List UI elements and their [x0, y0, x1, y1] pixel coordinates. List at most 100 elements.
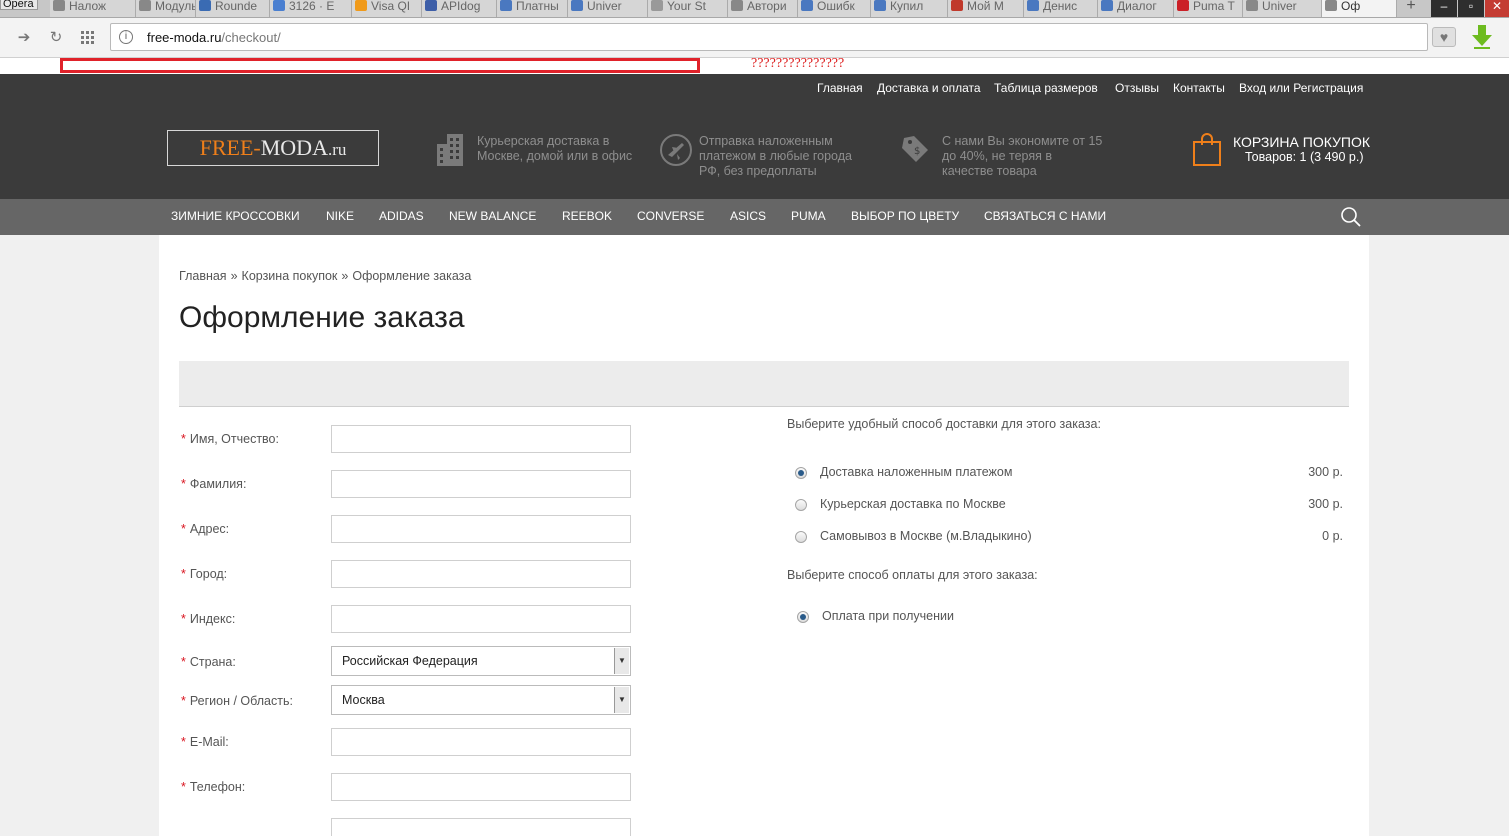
- field-label: Регион / Область:: [189, 694, 293, 708]
- annotation-text: ???????????????: [751, 56, 845, 71]
- page-icon: [139, 0, 151, 11]
- top-link-reviews[interactable]: Отзывы: [1115, 81, 1159, 95]
- browser-tab-label: Puma T: [1193, 0, 1235, 13]
- browser-tab[interactable]: Модуль: [136, 0, 196, 17]
- menu-new-balance[interactable]: NEW BALANCE: [449, 209, 536, 223]
- city-input[interactable]: [331, 560, 631, 588]
- menu-asics[interactable]: ASICS: [730, 209, 766, 223]
- postal-code-input[interactable]: [331, 605, 631, 633]
- browser-tab[interactable]: Денис: [1024, 0, 1098, 17]
- breadcrumb-home[interactable]: Главная: [179, 269, 227, 283]
- page-title: Оформление заказа: [179, 301, 465, 334]
- url-field[interactable]: i free-moda.ru/checkout/: [110, 23, 1428, 51]
- site-logo[interactable]: FREE-MODA.ru: [167, 130, 379, 166]
- menu-contact-us[interactable]: СВЯЗАТЬСЯ С НАМИ: [984, 209, 1106, 223]
- extra-input[interactable]: [331, 818, 631, 836]
- menu-puma[interactable]: PUMA: [791, 209, 826, 223]
- menu-nike[interactable]: NIKE: [326, 209, 354, 223]
- browser-tab[interactable]: Puma T: [1174, 0, 1243, 17]
- browser-tab[interactable]: Ошибк: [798, 0, 871, 17]
- minimize-button[interactable]: –: [1431, 0, 1457, 17]
- browser-tab[interactable]: APIdog: [422, 0, 497, 17]
- feature-cod: Отправка наложенным платежом в любые горо…: [699, 134, 852, 178]
- chevron-down-icon[interactable]: ▼: [614, 687, 629, 713]
- radio-button[interactable]: [795, 531, 807, 543]
- breadcrumb: Главная» Корзина покупок» Оформление заказ…: [179, 269, 472, 283]
- opera-menu-button[interactable]: Opera: [0, 0, 38, 10]
- search-icon[interactable]: [1340, 206, 1362, 228]
- country-selected-value: Российская Федерация: [342, 654, 478, 668]
- check-icon: [1027, 0, 1039, 11]
- top-link-sizes[interactable]: Таблица размеров: [994, 81, 1098, 95]
- browser-tab[interactable]: Оф: [1322, 0, 1397, 17]
- delivery-option[interactable]: Курьерская доставка по Москве 300 р.: [795, 496, 1343, 514]
- cart-title[interactable]: КОРЗИНА ПОКУПОК: [1233, 134, 1370, 150]
- field-label: Город:: [189, 567, 228, 581]
- top-link-login[interactable]: Вход или Регистрация: [1239, 81, 1363, 95]
- field-label: Фамилия:: [189, 477, 247, 491]
- browser-address-bar: ➔ ↻ i free-moda.ru/checkout/ ♥: [0, 18, 1509, 58]
- menu-converse[interactable]: CONVERSE: [637, 209, 704, 223]
- page-icon: [1325, 0, 1337, 11]
- delivery-option-price: 300 р.: [1308, 465, 1343, 479]
- browser-tab[interactable]: Купил: [871, 0, 948, 17]
- shopping-bag-icon[interactable]: [1192, 133, 1222, 167]
- top-link-contacts[interactable]: Контакты: [1173, 81, 1225, 95]
- country-select[interactable]: Российская Федерация ▼: [331, 646, 631, 676]
- region-selected-value: Москва: [342, 693, 385, 707]
- radio-button[interactable]: [797, 611, 809, 623]
- menu-adidas[interactable]: ADIDAS: [379, 209, 424, 223]
- chevron-down-icon[interactable]: ▼: [614, 648, 629, 674]
- radio-button[interactable]: [795, 499, 807, 511]
- site-info-icon[interactable]: i: [119, 30, 133, 44]
- browser-tab-label: Модуль: [155, 0, 196, 13]
- heart-icon[interactable]: ♥: [1432, 27, 1456, 47]
- speed-dial-icon[interactable]: [78, 28, 98, 48]
- region-select[interactable]: Москва ▼: [331, 685, 631, 715]
- last-name-input[interactable]: [331, 470, 631, 498]
- checkout-content: Главная» Корзина покупок» Оформление заказ…: [159, 235, 1369, 836]
- new-tab-button[interactable]: +: [1399, 0, 1423, 17]
- download-icon[interactable]: [1470, 24, 1494, 50]
- cart-summary[interactable]: Товаров: 1 (3 490 р.): [1245, 150, 1363, 164]
- browser-tab[interactable]: Платны: [497, 0, 568, 17]
- price-tag-icon: $: [902, 136, 928, 162]
- browser-tab[interactable]: Visa QI: [352, 0, 422, 17]
- close-window-button[interactable]: ✕: [1485, 0, 1509, 17]
- site-top-nav: Главная Доставка и оплата Таблица размер…: [0, 74, 1509, 106]
- restore-button[interactable]: ▫: [1458, 0, 1484, 17]
- browser-tab[interactable]: Мой М: [948, 0, 1024, 17]
- browser-tab[interactable]: Налож: [50, 0, 136, 17]
- check-icon: [500, 0, 512, 11]
- url-path: /checkout/: [221, 30, 281, 45]
- browser-tab[interactable]: Univer: [1243, 0, 1322, 17]
- top-link-delivery[interactable]: Доставка и оплата: [877, 81, 981, 95]
- browser-tab[interactable]: Your St: [648, 0, 728, 17]
- mail-icon: [273, 0, 285, 11]
- menu-winter-sneakers[interactable]: ЗИМНИЕ КРОССОВКИ: [171, 209, 300, 223]
- phone-input[interactable]: [331, 773, 631, 801]
- payment-option[interactable]: Оплата при получении: [797, 608, 1345, 626]
- browser-tab[interactable]: Диалог: [1098, 0, 1174, 17]
- browser-tab[interactable]: 3126 · E: [270, 0, 352, 17]
- address-input[interactable]: [331, 515, 631, 543]
- delivery-option[interactable]: Самовывоз в Москве (м.Владыкино) 0 р.: [795, 528, 1343, 546]
- top-link-home[interactable]: Главная: [817, 81, 863, 95]
- radio-button[interactable]: [795, 467, 807, 479]
- email-input[interactable]: [331, 728, 631, 756]
- browser-tab[interactable]: Автори: [728, 0, 798, 17]
- field-label: Телефон:: [189, 780, 246, 794]
- plane-icon: [660, 134, 692, 166]
- delivery-option[interactable]: Доставка наложенным платежом 300 р.: [795, 464, 1343, 482]
- browser-tab-label: Диалог: [1117, 0, 1157, 13]
- browser-tab[interactable]: Rounde: [196, 0, 270, 17]
- menu-reebok[interactable]: REEBOK: [562, 209, 612, 223]
- breadcrumb-cart[interactable]: Корзина покупок: [242, 269, 338, 283]
- cube-icon: [199, 0, 211, 11]
- first-name-input[interactable]: [331, 425, 631, 453]
- reload-icon[interactable]: ↻: [46, 28, 66, 48]
- forward-icon[interactable]: ➔: [14, 28, 34, 48]
- browser-tab-label: Visa QI: [371, 0, 411, 13]
- browser-tab[interactable]: Univer: [568, 0, 648, 17]
- menu-by-color[interactable]: ВЫБОР ПО ЦВЕТУ: [851, 209, 959, 223]
